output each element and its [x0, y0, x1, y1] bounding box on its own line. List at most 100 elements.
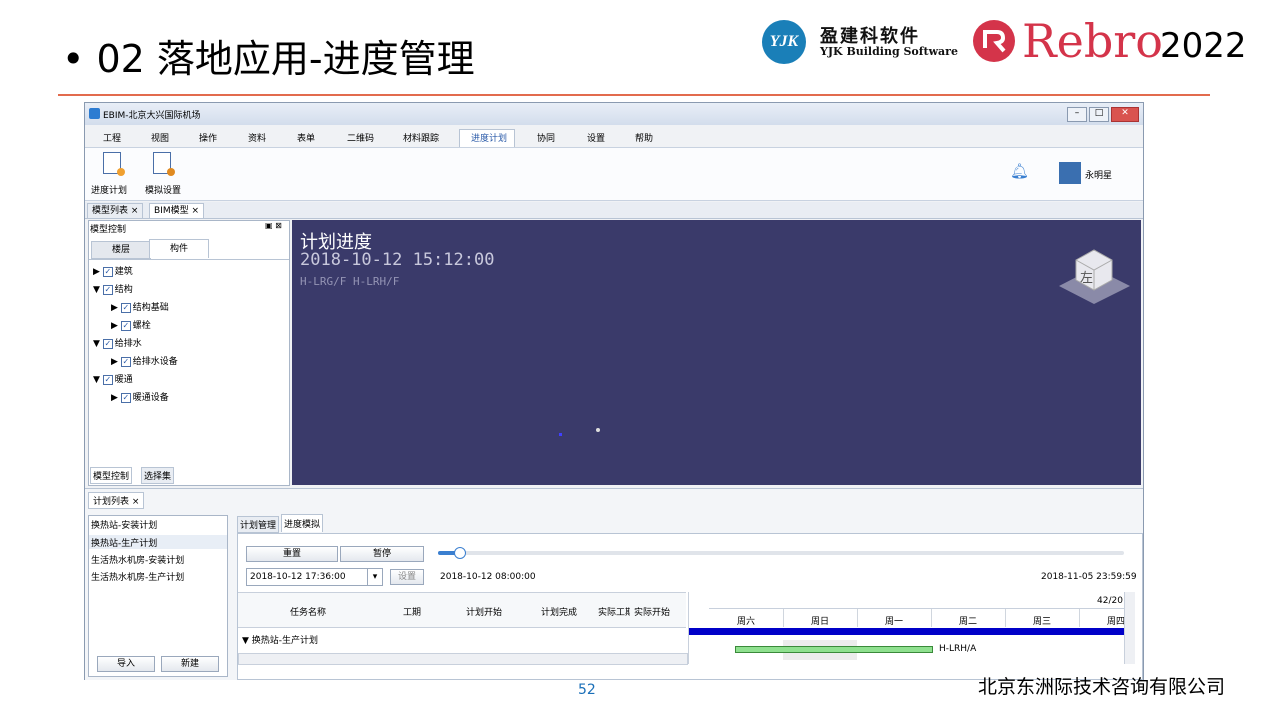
avatar[interactable]: [1059, 162, 1081, 184]
gantt-task-bar[interactable]: [735, 646, 933, 653]
task-table: 任务名称 工期 计划开始 计划完成 实际工期 实际开始 ▼ 换热站-生产计划: [238, 592, 688, 679]
window-title: EBIM-北京大兴国际机场: [103, 111, 201, 121]
pause-button[interactable]: 暂停: [340, 546, 424, 562]
gantt-task-label: H-LRH/A: [939, 644, 977, 654]
sim-ribbon-label: 模拟设置: [145, 186, 182, 196]
set-button[interactable]: 设置: [390, 569, 424, 585]
plan-list-item[interactable]: 生活热水机房-安装计划: [91, 553, 184, 566]
gantt-day: 周三: [1033, 617, 1052, 627]
user-name[interactable]: 永明星: [1085, 168, 1112, 181]
rebro-logo-text: Rebro: [1022, 14, 1163, 68]
tab-floors[interactable]: 楼层: [91, 241, 151, 259]
tree-item[interactable]: ▶ ✓ 给排水设备: [111, 354, 178, 367]
col-plan-end[interactable]: 计划完成: [541, 605, 577, 618]
chevron-down-icon[interactable]: ▾: [367, 569, 382, 585]
title-divider: [58, 94, 1210, 96]
gantt-header: 周六 周日 周一 周二 周三 周四: [709, 608, 1125, 627]
minimize-button[interactable]: –: [1067, 107, 1087, 122]
gantt-day: 周一: [885, 617, 904, 627]
menu-collab[interactable]: 协同: [537, 131, 555, 144]
sim-end-time: 2018-11-05 23:59:59: [1041, 572, 1137, 582]
sim-slider[interactable]: [438, 547, 1124, 559]
table-hscrollbar[interactable]: [238, 653, 688, 665]
model-control-panel: 模型控制 ▣ ⊠ 楼层 构件 ▶ ✓ 建筑 ▼ ✓ 结构 ▶ ✓ 结构基础 ▶ ✓ 螺栓…: [88, 220, 290, 486]
menu-schedule[interactable]: 进度计划: [471, 131, 507, 144]
sim-slider-handle[interactable]: [453, 547, 466, 559]
gantt-day: 周六: [737, 617, 756, 627]
sim-ribbon-button[interactable]: 模拟设置: [143, 152, 183, 196]
task-group-row[interactable]: ▼ 换热站-生产计划: [242, 633, 318, 646]
tab-selection-set[interactable]: 选择集: [141, 467, 175, 484]
tree-item[interactable]: ▼ ✓ 暖通: [93, 372, 133, 385]
tree-item[interactable]: ▶ ✓ 暖通设备: [111, 390, 169, 403]
tab-model-control[interactable]: 模型控制: [90, 467, 133, 484]
plan-list-item[interactable]: 生活热水机房-生产计划: [91, 570, 184, 583]
plan-area: 计划列表 × 换热站-安装计划 换热站-生产计划 生活热水机房-安装计划 生活热…: [85, 488, 1143, 680]
col-plan-start[interactable]: 计划开始: [466, 605, 502, 618]
app-window: EBIM-北京大兴国际机场 – □ ✕ 工程 视图 操作 资料 表单 二维码 材…: [84, 102, 1144, 680]
menu-operate[interactable]: 操作: [199, 131, 217, 144]
gantt-day: 周四: [1107, 617, 1126, 627]
tab-components[interactable]: 构件: [149, 239, 209, 258]
reset-button[interactable]: 重置: [246, 546, 338, 562]
col-actual-start[interactable]: 实际开始: [634, 605, 670, 618]
tab-model-list[interactable]: 模型列表 ×: [87, 203, 144, 219]
slide-title: • 02 落地应用-进度管理: [62, 37, 475, 81]
menu-view[interactable]: 视图: [151, 131, 169, 144]
menu-material[interactable]: 材料跟踪: [403, 131, 439, 144]
yjk-logo-en: YJK Building Software: [820, 45, 958, 58]
tree-item[interactable]: ▶ ✓ 建筑: [93, 264, 133, 277]
document-tabs: 模型列表 × BIM模型 ×: [85, 202, 1143, 219]
sim-start-time: 2018-10-12 08:00:00: [440, 572, 536, 582]
menu-qrcode[interactable]: 二维码: [347, 131, 374, 144]
gantt-vscrollbar[interactable]: [1124, 592, 1135, 664]
tab-plan-list[interactable]: 计划列表 ×: [88, 492, 145, 509]
panel-pin-icon[interactable]: ▣ ⊠: [265, 221, 282, 230]
close-button[interactable]: ✕: [1111, 107, 1139, 122]
ribbon: 进度计划 模拟设置 🔔︎ 永明星: [85, 147, 1143, 201]
import-button[interactable]: 导入: [97, 656, 155, 672]
bell-icon[interactable]: 🔔︎: [1010, 162, 1029, 180]
sim-datetime-field[interactable]: 2018-10-12 17:36:00 ▾: [246, 568, 383, 586]
panel-title: 模型控制: [90, 225, 127, 235]
model-point: [596, 428, 600, 432]
tab-bim-model[interactable]: BIM模型 ×: [149, 203, 205, 219]
col-task-name[interactable]: 任务名称: [290, 605, 326, 618]
new-plan-button[interactable]: 新建: [161, 656, 219, 672]
app-icon: [89, 108, 100, 119]
menu-help[interactable]: 帮助: [635, 131, 653, 144]
logo-year: 2022: [1160, 26, 1247, 66]
tree-item[interactable]: ▼ ✓ 给排水: [93, 336, 142, 349]
plan-list-item-selected[interactable]: 换热站-生产计划: [91, 536, 157, 549]
tab-progress-sim[interactable]: 进度模拟: [281, 514, 324, 532]
view-cube-face: 左: [1080, 271, 1093, 286]
plan-doc-icon: [103, 152, 125, 176]
plan-ribbon-label: 进度计划: [91, 186, 128, 196]
menu-docs[interactable]: 资料: [248, 131, 266, 144]
col-duration[interactable]: 工期: [403, 605, 421, 618]
company-name: 北京东洲际技术咨询有限公司: [978, 676, 1226, 698]
tree-item[interactable]: ▼ ✓ 结构: [93, 282, 133, 295]
plan-ribbon-button[interactable]: 进度计划: [91, 152, 131, 196]
rebro-logo-icon: [973, 20, 1015, 62]
tab-plan-manage[interactable]: 计划管理: [237, 516, 280, 533]
col-actual-duration[interactable]: 实际工期: [598, 605, 630, 618]
gantt-day: 周二: [959, 617, 978, 627]
gantt-summary-bar[interactable]: [689, 628, 1125, 635]
page-number: 52: [578, 682, 596, 698]
plan-list-item[interactable]: 换热站-安装计划: [91, 518, 157, 531]
gantt-chart: 42/20 周六 周日 周一 周二 周三 周四 H-LRH/A: [688, 592, 1125, 664]
gantt-day: 周日: [811, 617, 830, 627]
view-cube-icon[interactable]: 左: [1054, 238, 1134, 308]
maximize-button[interactable]: □: [1089, 107, 1109, 122]
task-table-header: 任务名称 工期 计划开始 计划完成 实际工期 实际开始: [238, 593, 686, 628]
menu-project[interactable]: 工程: [103, 131, 121, 144]
menu-settings[interactable]: 设置: [587, 131, 605, 144]
tree-item[interactable]: ▶ ✓ 结构基础: [111, 300, 169, 313]
yjk-logo-icon: YJK: [762, 20, 806, 64]
bim-viewport[interactable]: 计划进度 2018-10-12 15:12:00 H-LRG/F H-LRH/F…: [292, 220, 1141, 485]
menu-forms[interactable]: 表单: [297, 131, 315, 144]
tree-item[interactable]: ▶ ✓ 螺栓: [111, 318, 151, 331]
model-point: [559, 433, 562, 436]
window-titlebar: EBIM-北京大兴国际机场 – □ ✕: [85, 103, 1143, 125]
